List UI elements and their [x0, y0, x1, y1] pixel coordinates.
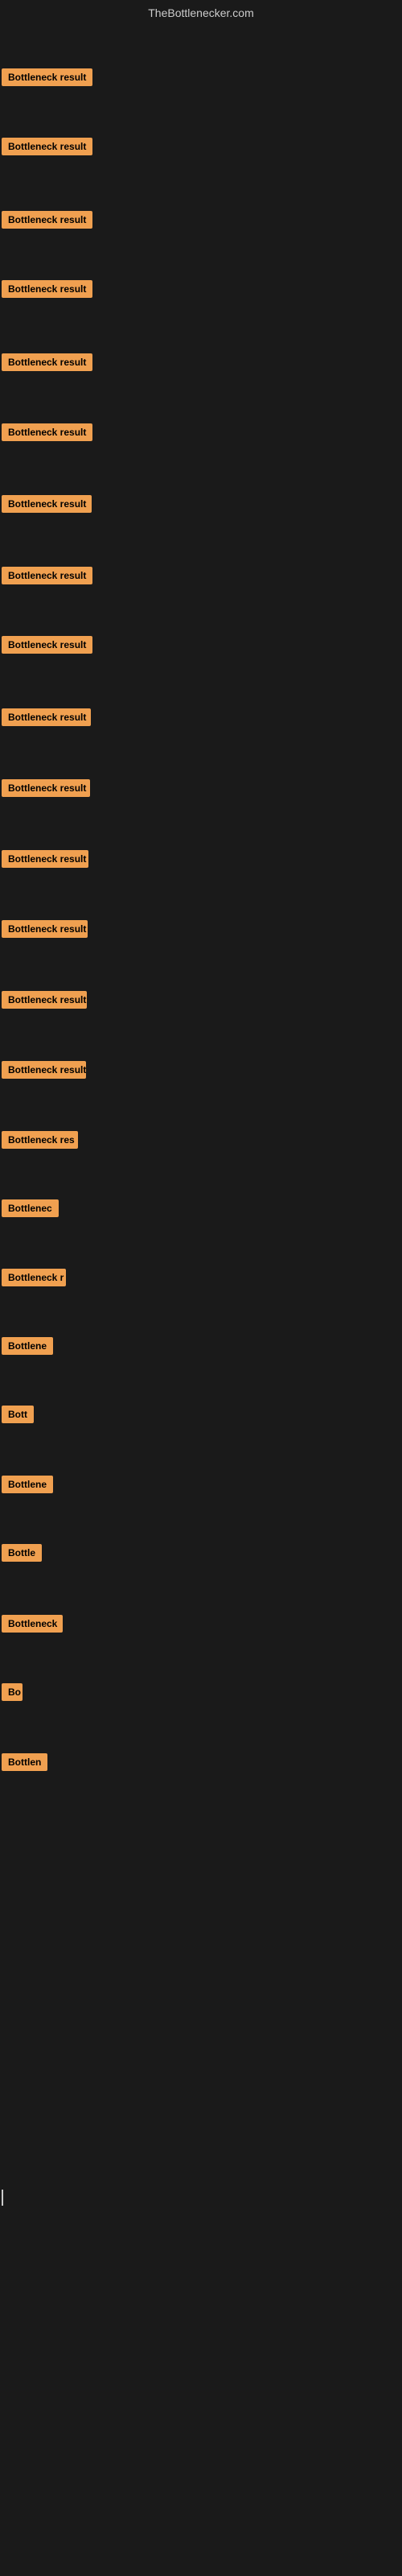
bottleneck-row-20: Bott [2, 1406, 34, 1427]
bottleneck-row-6: Bottleneck result [2, 423, 92, 445]
bottleneck-row-24: Bo [2, 1683, 23, 1705]
bottleneck-row-7: Bottleneck result [2, 495, 92, 517]
bottleneck-row-22: Bottle [2, 1544, 42, 1566]
bottleneck-row-9: Bottleneck result [2, 636, 92, 658]
bottleneck-badge-12[interactable]: Bottleneck result [2, 850, 88, 868]
bottleneck-row-5: Bottleneck result [2, 353, 92, 375]
bottleneck-row-17: Bottlenec [2, 1199, 59, 1221]
bottleneck-row-10: Bottleneck result [2, 708, 91, 730]
bottleneck-row-1: Bottleneck result [2, 68, 92, 90]
bottleneck-row-11: Bottleneck result [2, 779, 90, 801]
bottleneck-badge-15[interactable]: Bottleneck result [2, 1061, 86, 1079]
bottleneck-badge-5[interactable]: Bottleneck result [2, 353, 92, 371]
bottleneck-badge-24[interactable]: Bo [2, 1683, 23, 1701]
bottleneck-row-3: Bottleneck result [2, 211, 92, 233]
bottleneck-row-21: Bottlene [2, 1476, 53, 1497]
bottleneck-row-23: Bottleneck [2, 1615, 63, 1637]
bottleneck-badge-20[interactable]: Bott [2, 1406, 34, 1423]
bottleneck-row-12: Bottleneck result [2, 850, 88, 872]
bottleneck-badge-25[interactable]: Bottlen [2, 1753, 47, 1771]
bottleneck-row-4: Bottleneck result [2, 280, 92, 302]
site-title: TheBottlenecker.com [0, 0, 402, 23]
bottleneck-badge-22[interactable]: Bottle [2, 1544, 42, 1562]
bottleneck-row-13: Bottleneck result [2, 920, 88, 942]
bottleneck-badge-18[interactable]: Bottleneck r [2, 1269, 66, 1286]
bottleneck-badge-3[interactable]: Bottleneck result [2, 211, 92, 229]
bottleneck-badge-21[interactable]: Bottlene [2, 1476, 53, 1493]
bottleneck-badge-11[interactable]: Bottleneck result [2, 779, 90, 797]
bottleneck-row-2: Bottleneck result [2, 138, 92, 159]
bottleneck-badge-23[interactable]: Bottleneck [2, 1615, 63, 1633]
bottleneck-badge-13[interactable]: Bottleneck result [2, 920, 88, 938]
bottleneck-badge-6[interactable]: Bottleneck result [2, 423, 92, 441]
bottleneck-badge-1[interactable]: Bottleneck result [2, 68, 92, 86]
bottleneck-badge-4[interactable]: Bottleneck result [2, 280, 92, 298]
bottleneck-row-16: Bottleneck res [2, 1131, 78, 1153]
bottleneck-badge-8[interactable]: Bottleneck result [2, 567, 92, 584]
bottleneck-badge-17[interactable]: Bottlenec [2, 1199, 59, 1217]
bottleneck-badge-9[interactable]: Bottleneck result [2, 636, 92, 654]
bottleneck-badge-16[interactable]: Bottleneck res [2, 1131, 78, 1149]
bottleneck-row-14: Bottleneck result [2, 991, 87, 1013]
bottleneck-row-18: Bottleneck r [2, 1269, 66, 1290]
cursor-indicator [2, 2190, 3, 2206]
bottleneck-badge-19[interactable]: Bottlene [2, 1337, 53, 1355]
bottleneck-badge-10[interactable]: Bottleneck result [2, 708, 91, 726]
bottleneck-row-19: Bottlene [2, 1337, 53, 1359]
page-container: TheBottlenecker.com Bottleneck result Bot… [0, 0, 402, 2576]
bottleneck-badge-2[interactable]: Bottleneck result [2, 138, 92, 155]
bottleneck-row-15: Bottleneck result [2, 1061, 86, 1083]
bottleneck-row-25: Bottlen [2, 1753, 47, 1775]
bottleneck-row-8: Bottleneck result [2, 567, 92, 588]
bottleneck-badge-7[interactable]: Bottleneck result [2, 495, 92, 513]
bottleneck-badge-14[interactable]: Bottleneck result [2, 991, 87, 1009]
